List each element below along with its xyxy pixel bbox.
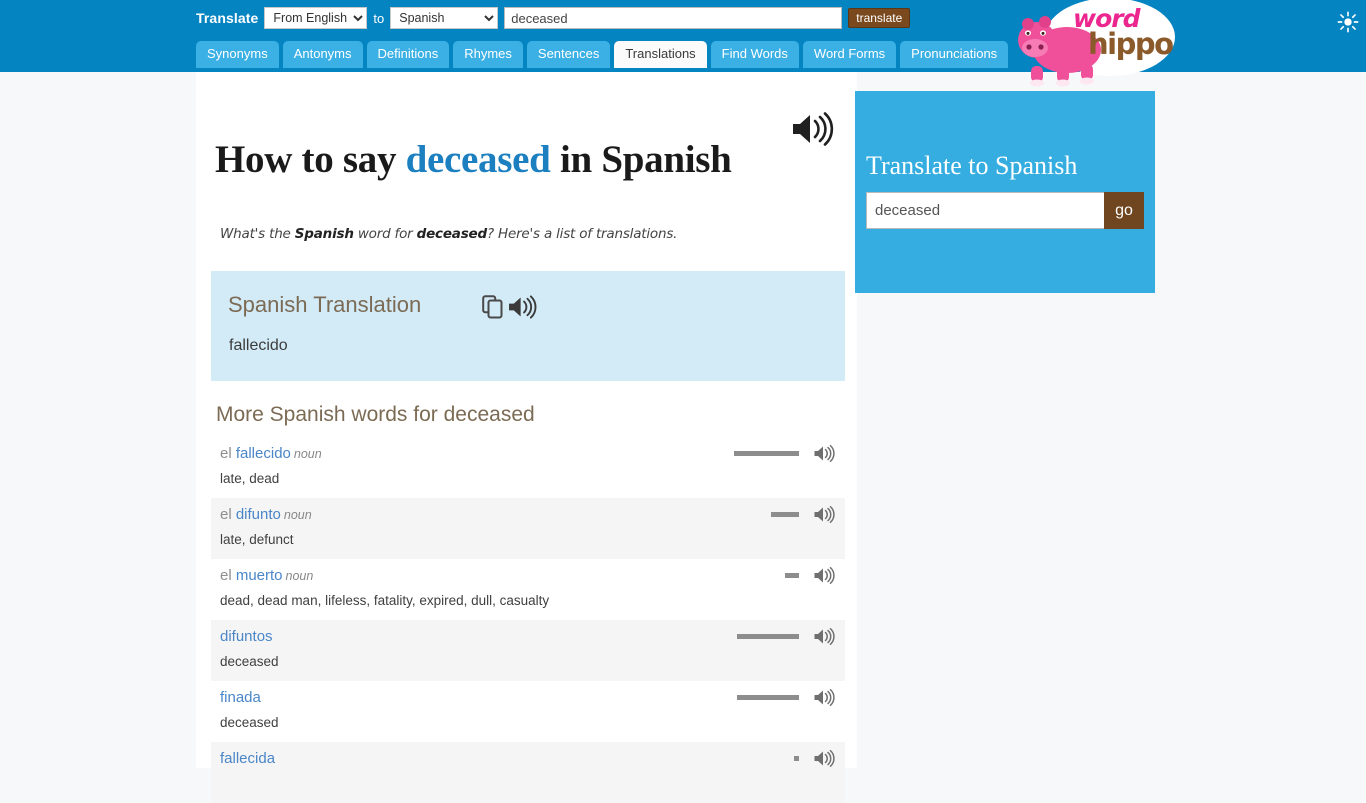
top-bar: Translate From English to Spanish transl… — [0, 0, 1366, 87]
tab-word-forms[interactable]: Word Forms — [802, 41, 897, 68]
translate-widget-title: Translate to Spanish — [866, 151, 1078, 180]
speaker-icon[interactable] — [813, 689, 835, 711]
word-link[interactable]: difunto — [236, 506, 281, 523]
word-link[interactable]: difuntos — [220, 628, 273, 645]
subtitle-part2: word for — [353, 226, 417, 242]
frequency-bar — [737, 695, 799, 700]
subtitle-part3: ? Here's a list of translations. — [486, 226, 678, 242]
tab-synonyms[interactable]: Synonyms — [196, 41, 279, 68]
frequency-bar-track — [729, 573, 799, 578]
word-meanings: dead, dead man, lifeless, fatality, expi… — [220, 593, 550, 608]
search-input[interactable] — [504, 7, 843, 29]
frequency-bar — [771, 512, 799, 517]
speaker-icon[interactable] — [813, 628, 835, 650]
translate-widget-input[interactable] — [866, 192, 1104, 229]
tab-pronunciations[interactable]: Pronunciations — [900, 41, 1009, 68]
translate-label: Translate — [196, 10, 259, 26]
word-link[interactable]: fallecida — [220, 750, 275, 767]
frequency-bar — [794, 756, 799, 761]
word-row: fallecida — [211, 742, 845, 803]
tab-antonyms[interactable]: Antonyms — [282, 41, 363, 68]
word-list: el fallecido noun late, dead el difunto noun… — [211, 437, 845, 803]
logo-hippo-text: hippo — [1088, 27, 1174, 61]
frequency-bar — [737, 634, 799, 639]
more-words-title: More Spanish words for deceased — [216, 403, 535, 426]
frequency-bar-track — [729, 451, 799, 456]
page-title-suffix: in Spanish — [550, 138, 732, 182]
word-link[interactable]: fallecido — [236, 445, 291, 462]
translate-widget: Translate to Spanish go — [855, 91, 1155, 293]
go-button[interactable]: go — [1104, 192, 1144, 229]
word-row: finada deceased — [211, 681, 845, 742]
tab-rhymes[interactable]: Rhymes — [453, 41, 523, 68]
frequency-bar — [785, 573, 799, 578]
frequency-bar-track — [729, 634, 799, 639]
translate-form: Translate From English to Spanish transl… — [196, 6, 911, 30]
word-meanings: deceased — [220, 654, 279, 669]
translation-value: fallecido — [229, 337, 288, 354]
to-language-select[interactable]: Spanish — [390, 7, 499, 29]
word-row: el muerto noun dead, dead man, lifeless, f… — [211, 559, 845, 620]
tab-definitions[interactable]: Definitions — [366, 41, 450, 68]
tab-sentences[interactable]: Sentences — [526, 41, 611, 68]
speaker-icon[interactable] — [507, 295, 537, 319]
subtitle-part1: What's the — [220, 226, 295, 242]
frequency-bar-track — [729, 512, 799, 517]
translate-button[interactable]: translate — [848, 8, 911, 28]
word-link[interactable]: muerto — [236, 567, 283, 584]
speaker-icon[interactable] — [813, 445, 835, 467]
word-row: difuntos deceased — [211, 620, 845, 681]
word-meanings: deceased — [220, 715, 279, 730]
page-title-prefix: How to say — [215, 138, 406, 182]
tab-find-words[interactable]: Find Words — [710, 41, 799, 68]
word-article: el — [220, 506, 236, 523]
copy-icon[interactable] — [482, 295, 504, 319]
word-article: el — [220, 445, 236, 462]
speaker-icon[interactable] — [813, 567, 835, 589]
tab-bar: Synonyms Antonyms Definitions Rhymes Sentenc… — [196, 41, 1009, 68]
frequency-bar-track — [729, 695, 799, 700]
page-title: How to say deceased in Spanish — [215, 136, 775, 184]
word-part-of-speech: noun — [293, 447, 322, 461]
word-meanings: late, dead — [220, 471, 280, 486]
frequency-bar-track — [729, 756, 799, 761]
subtitle-language: Spanish — [294, 226, 354, 242]
word-article: el — [220, 567, 236, 584]
to-label: to — [373, 10, 385, 26]
translation-box-title: Spanish Translation — [228, 292, 422, 317]
word-link[interactable]: finada — [220, 689, 261, 706]
page-subtitle: What's the Spanish word for deceased? He… — [220, 226, 677, 242]
translate-widget-form: go — [866, 192, 1144, 229]
tab-translations[interactable]: Translations — [614, 41, 707, 68]
wordhippo-logo[interactable]: word hippo — [1011, 0, 1179, 88]
word-part-of-speech: noun — [285, 569, 314, 583]
sun-icon[interactable] — [1337, 11, 1359, 33]
word-meanings: late, defunct — [220, 532, 294, 547]
subtitle-word: deceased — [416, 226, 488, 242]
speaker-icon[interactable] — [813, 750, 835, 772]
translation-box: Spanish Translation fallecido — [211, 271, 845, 381]
page-title-word: deceased — [405, 138, 551, 182]
word-part-of-speech: noun — [283, 508, 312, 522]
from-language-select[interactable]: From English — [264, 7, 368, 29]
word-row: el difunto noun late, defunct — [211, 498, 845, 559]
speaker-icon[interactable] — [813, 506, 835, 528]
speaker-icon[interactable] — [790, 112, 834, 146]
word-row: el fallecido noun late, dead — [211, 437, 845, 498]
frequency-bar — [734, 451, 799, 456]
